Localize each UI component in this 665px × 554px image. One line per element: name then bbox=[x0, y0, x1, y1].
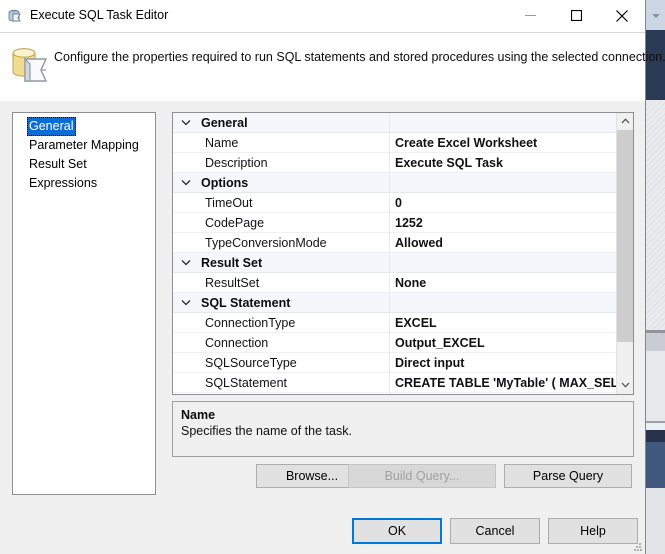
sidebar-item-general[interactable]: General bbox=[13, 117, 155, 136]
property-category-label: General bbox=[201, 116, 248, 130]
bg-panel-light-2 bbox=[646, 488, 665, 554]
resize-grip[interactable] bbox=[634, 543, 642, 551]
property-category-row[interactable]: Options bbox=[173, 173, 616, 193]
property-value[interactable]: Allowed bbox=[395, 233, 443, 253]
property-name: IsQueryStoredProcedure bbox=[205, 393, 343, 394]
property-row-typeconversionmode[interactable]: TypeConversionMode Allowed bbox=[173, 233, 616, 253]
property-value[interactable]: EXCEL bbox=[395, 313, 437, 333]
chevron-down-icon[interactable] bbox=[181, 253, 195, 273]
property-value[interactable]: None bbox=[395, 273, 426, 293]
ok-button[interactable]: OK bbox=[352, 518, 442, 544]
bg-dropdown-arrow-icon bbox=[652, 14, 660, 18]
bg-slate-block bbox=[646, 442, 665, 488]
navigation-panel: General Parameter Mapping Result Set Exp… bbox=[12, 112, 156, 495]
execute-sql-task-editor-dialog: Execute SQL Task Editor Configure the pr… bbox=[0, 0, 665, 554]
property-row-description[interactable]: Description Execute SQL Task bbox=[173, 153, 616, 173]
parse-query-button[interactable]: Parse Query bbox=[504, 464, 632, 488]
grid-column-splitter[interactable] bbox=[389, 113, 390, 394]
property-name: Description bbox=[205, 156, 268, 170]
maximize-button[interactable] bbox=[553, 0, 599, 31]
property-name: ResultSet bbox=[205, 276, 260, 290]
title-bar: Execute SQL Task Editor bbox=[0, 0, 645, 33]
property-value[interactable]: Output_EXCEL bbox=[395, 333, 485, 353]
footer-separator bbox=[0, 498, 645, 499]
description-text: Specifies the name of the task. bbox=[181, 424, 352, 438]
scrollbar-thumb[interactable] bbox=[617, 130, 633, 342]
property-value[interactable]: 1252 bbox=[395, 213, 423, 233]
scroll-down-button[interactable] bbox=[617, 377, 633, 394]
property-category-row[interactable]: SQL Statement bbox=[173, 293, 616, 313]
window-title: Execute SQL Task Editor bbox=[30, 8, 169, 22]
chevron-down-icon bbox=[621, 382, 629, 388]
property-category-label: SQL Statement bbox=[201, 296, 291, 310]
property-row-resultset[interactable]: ResultSet None bbox=[173, 273, 616, 293]
property-row-connectiontype[interactable]: ConnectionType EXCEL bbox=[173, 313, 616, 333]
property-grid[interactable]: General Name Create Excel Worksheet Desc… bbox=[172, 112, 634, 395]
property-row-codepage[interactable]: CodePage 1252 bbox=[173, 213, 616, 233]
header-description: Configure the properties required to run… bbox=[54, 50, 665, 64]
property-name: Connection bbox=[205, 336, 269, 350]
chevron-down-icon[interactable] bbox=[181, 113, 195, 133]
dialog-body: General Parameter Mapping Result Set Exp… bbox=[0, 101, 645, 554]
minimize-button[interactable] bbox=[507, 0, 553, 31]
chevron-up-icon bbox=[621, 118, 629, 124]
bg-navy-block-mid bbox=[646, 430, 665, 442]
property-grid-scrollbar[interactable] bbox=[616, 113, 633, 394]
maximize-icon bbox=[570, 10, 582, 21]
chevron-down-icon[interactable] bbox=[181, 173, 195, 193]
sql-task-icon bbox=[7, 8, 24, 25]
property-value[interactable]: Direct input bbox=[395, 353, 464, 373]
property-value[interactable]: Create Excel Worksheet bbox=[395, 133, 537, 153]
property-grid-rows: General Name Create Excel Worksheet Desc… bbox=[173, 113, 616, 394]
property-description-pane: Name Specifies the name of the task. bbox=[172, 401, 634, 457]
sidebar-item-result-set[interactable]: Result Set bbox=[13, 155, 155, 174]
sidebar-item-expressions-label: Expressions bbox=[29, 176, 98, 190]
database-scroll-icon bbox=[10, 45, 50, 89]
property-value[interactable]: CREATE TABLE 'MyTable' ( MAX_SELECT bbox=[395, 373, 616, 393]
property-row-sqlstatement[interactable]: SQLStatement CREATE TABLE 'MyTable' ( MA… bbox=[173, 373, 616, 393]
header-banner: Configure the properties required to run… bbox=[0, 33, 665, 102]
sidebar-item-result-set-label: Result Set bbox=[29, 157, 87, 171]
property-row-connection[interactable]: Connection Output_EXCEL bbox=[173, 333, 616, 353]
sidebar-item-parameter-mapping-label: Parameter Mapping bbox=[29, 138, 139, 152]
help-button[interactable]: Help bbox=[548, 518, 638, 544]
bg-navy-block-top bbox=[646, 30, 665, 100]
property-value[interactable]: False bbox=[395, 393, 427, 394]
property-row-name[interactable]: Name Create Excel Worksheet bbox=[173, 133, 616, 153]
property-name: SQLStatement bbox=[205, 376, 287, 390]
property-row-timeout[interactable]: TimeOut 0 bbox=[173, 193, 616, 213]
description-title: Name bbox=[181, 408, 216, 422]
close-icon bbox=[616, 9, 628, 22]
property-value[interactable]: 0 bbox=[395, 193, 402, 213]
property-name: TimeOut bbox=[205, 196, 253, 210]
scroll-up-button[interactable] bbox=[617, 113, 633, 130]
sidebar-item-parameter-mapping[interactable]: Parameter Mapping bbox=[13, 136, 155, 155]
minimize-icon bbox=[524, 15, 536, 16]
property-name: TypeConversionMode bbox=[205, 236, 327, 250]
close-button[interactable] bbox=[599, 0, 645, 31]
property-category-row[interactable]: Result Set bbox=[173, 253, 616, 273]
property-value[interactable]: Execute SQL Task bbox=[395, 153, 503, 173]
sidebar-item-general-label: General bbox=[27, 117, 77, 136]
build-query-button: Build Query... bbox=[348, 464, 496, 488]
bg-panel-light-1 bbox=[646, 333, 665, 351]
property-name: SQLSourceType bbox=[205, 356, 297, 370]
bg-divider-2 bbox=[646, 421, 665, 423]
cancel-button[interactable]: Cancel bbox=[450, 518, 540, 544]
chevron-down-icon[interactable] bbox=[181, 293, 195, 313]
property-name: Name bbox=[205, 136, 239, 150]
sidebar-item-expressions[interactable]: Expressions bbox=[13, 174, 155, 193]
property-category-label: Options bbox=[201, 176, 249, 190]
property-category-label: Result Set bbox=[201, 256, 263, 270]
property-row-isquerystoredprocedure[interactable]: IsQueryStoredProcedure False bbox=[173, 393, 616, 394]
bg-panel-white-1 bbox=[646, 351, 665, 421]
property-name: CodePage bbox=[205, 216, 265, 230]
property-category-row[interactable]: General bbox=[173, 113, 616, 133]
property-row-sqlsourcetype[interactable]: SQLSourceType Direct input bbox=[173, 353, 616, 373]
property-name: ConnectionType bbox=[205, 316, 296, 330]
